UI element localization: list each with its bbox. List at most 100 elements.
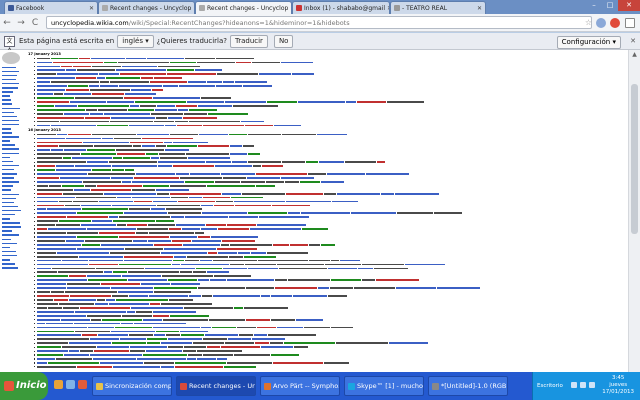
change-text[interactable] — [256, 173, 308, 175]
change-text[interactable] — [168, 338, 203, 341]
sidebar-link[interactable] — [2, 156, 10, 159]
change-text[interactable] — [156, 188, 190, 191]
change-text[interactable] — [236, 61, 252, 64]
change-text[interactable] — [62, 184, 85, 187]
change-text[interactable] — [37, 169, 56, 171]
sidebar-link[interactable] — [2, 136, 19, 138]
extension-icon[interactable] — [596, 18, 606, 28]
forward-icon[interactable]: → — [14, 16, 28, 30]
change-text[interactable] — [127, 310, 136, 313]
change-text[interactable] — [99, 232, 136, 234]
change-text[interactable] — [168, 346, 184, 349]
change-text[interactable] — [122, 65, 158, 68]
change-text[interactable] — [82, 208, 129, 211]
change-text[interactable] — [37, 137, 66, 140]
change-text[interactable] — [173, 141, 209, 144]
change-text[interactable] — [90, 89, 131, 91]
translate-button[interactable]: Traducir — [229, 34, 268, 48]
change-text[interactable] — [327, 173, 366, 175]
sidebar-link[interactable] — [2, 250, 16, 253]
change-text[interactable] — [189, 108, 218, 111]
change-text[interactable] — [117, 153, 146, 156]
change-text[interactable] — [187, 255, 229, 258]
tab-recent-changes-2[interactable]: Recent changes - Uncyclop ✕ — [195, 1, 292, 14]
change-text[interactable] — [37, 61, 53, 64]
change-text[interactable] — [37, 287, 67, 289]
change-text[interactable] — [74, 322, 121, 325]
change-text[interactable] — [151, 112, 184, 115]
sidebar-link[interactable] — [2, 70, 19, 73]
change-text[interactable] — [187, 100, 225, 103]
change-text[interactable] — [183, 243, 221, 246]
change-text[interactable] — [125, 169, 135, 171]
change-text[interactable] — [37, 243, 82, 246]
sidebar-link[interactable] — [2, 177, 14, 179]
change-text[interactable] — [96, 267, 145, 270]
change-text[interactable] — [37, 184, 49, 187]
tab-teatro-real[interactable]: - TEATRO REAL ✕ — [390, 1, 486, 14]
sidebar-link[interactable] — [2, 173, 17, 175]
change-text[interactable] — [208, 112, 249, 115]
change-text[interactable] — [122, 180, 132, 183]
change-text[interactable] — [154, 334, 166, 337]
change-text[interactable] — [97, 124, 129, 127]
change-text[interactable] — [261, 295, 271, 297]
change-text[interactable] — [37, 165, 56, 167]
change-text[interactable] — [90, 112, 104, 115]
change-text[interactable] — [175, 362, 227, 364]
change-text[interactable] — [109, 161, 158, 163]
sidebar-link[interactable] — [2, 242, 17, 245]
change-text[interactable] — [37, 306, 48, 309]
change-text[interactable] — [75, 165, 112, 167]
sidebar-link[interactable] — [2, 259, 10, 261]
no-button[interactable]: No — [273, 34, 294, 48]
change-text[interactable] — [112, 295, 129, 297]
change-text[interactable] — [37, 255, 79, 258]
change-text[interactable] — [288, 212, 301, 215]
scroll-up-icon[interactable]: ▲ — [629, 50, 640, 60]
change-text[interactable] — [80, 350, 94, 352]
tab-inbox[interactable]: Inbox (1) - shababo@gmail ✕ — [292, 1, 390, 14]
change-text[interactable] — [102, 137, 114, 140]
change-text[interactable] — [185, 180, 215, 183]
change-text[interactable] — [89, 85, 100, 87]
change-text[interactable] — [37, 176, 60, 179]
change-text[interactable] — [207, 81, 223, 84]
change-text[interactable] — [37, 291, 51, 293]
change-text[interactable] — [248, 161, 282, 163]
change-text[interactable] — [37, 204, 65, 207]
change-text[interactable] — [331, 326, 354, 329]
change-text[interactable] — [37, 275, 69, 278]
volume-icon[interactable] — [589, 382, 595, 388]
change-text[interactable] — [208, 251, 218, 254]
change-text[interactable] — [37, 346, 62, 349]
change-text[interactable] — [37, 228, 48, 230]
change-text[interactable] — [125, 247, 164, 250]
change-text[interactable] — [97, 77, 106, 80]
change-text[interactable] — [150, 302, 161, 305]
change-text[interactable] — [277, 326, 304, 329]
change-text[interactable] — [37, 326, 88, 329]
sidebar-link[interactable] — [2, 123, 19, 126]
change-text[interactable] — [192, 239, 222, 242]
change-text[interactable] — [237, 326, 257, 329]
change-text[interactable] — [115, 326, 153, 329]
change-text[interactable] — [81, 224, 117, 226]
change-text[interactable] — [101, 243, 154, 246]
change-text[interactable] — [37, 104, 55, 107]
change-text[interactable] — [90, 354, 143, 356]
taskbar-item[interactable]: Arvo Pärt -- Sympho... — [260, 376, 340, 396]
change-text[interactable] — [317, 133, 348, 136]
change-text[interactable] — [92, 169, 112, 171]
change-text[interactable] — [175, 365, 224, 368]
change-text[interactable] — [111, 176, 134, 179]
change-text[interactable] — [159, 153, 186, 156]
change-text[interactable] — [37, 93, 54, 95]
change-text[interactable] — [227, 224, 257, 226]
change-text[interactable] — [268, 334, 317, 337]
desktop-label[interactable]: Escritorio — [537, 383, 563, 389]
change-text[interactable] — [125, 93, 157, 95]
change-text[interactable] — [160, 157, 188, 160]
change-text[interactable] — [104, 192, 157, 195]
change-text[interactable] — [202, 212, 248, 215]
